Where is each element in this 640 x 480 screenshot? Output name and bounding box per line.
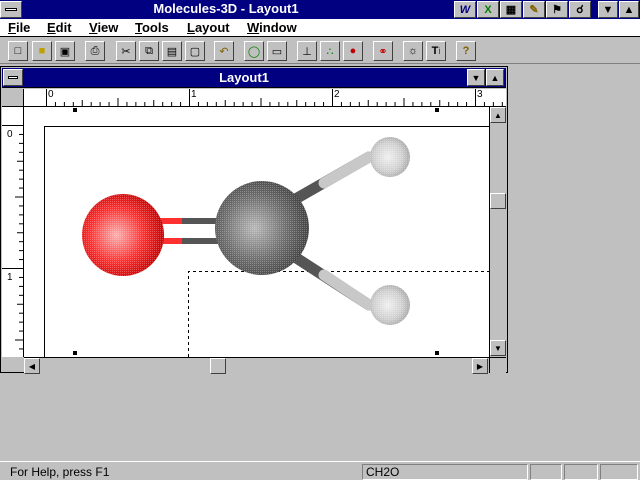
tool-icon-1[interactable]: ▦ xyxy=(500,1,522,18)
excel-icon[interactable]: X xyxy=(477,1,499,18)
horizontal-scrollbar[interactable]: ◀ ▶ xyxy=(24,357,489,374)
horizontal-scroll-thumb[interactable] xyxy=(210,358,226,374)
menu-layout[interactable]: Layout xyxy=(187,20,230,35)
layout-window-title: Layout1 xyxy=(219,70,269,85)
tool-icon-3[interactable]: ⚑ xyxy=(546,1,568,18)
menu-window[interactable]: Window xyxy=(247,20,297,35)
menu-bar: File Edit View Tools Layout Window xyxy=(0,19,640,37)
new-file-icon[interactable]: □ xyxy=(8,41,28,61)
layout-canvas[interactable] xyxy=(24,107,489,357)
open-folder-icon[interactable]: ■ xyxy=(32,41,52,61)
status-indicator-2 xyxy=(564,464,598,480)
menu-view[interactable]: View xyxy=(89,20,118,35)
ruler-label-1: 1 xyxy=(191,89,197,100)
scroll-up-arrow-icon[interactable]: ▲ xyxy=(490,107,506,123)
tool-icon-2[interactable]: ✎ xyxy=(523,1,545,18)
ruler-label-0: 0 xyxy=(48,89,54,100)
ruler-label-v0: 0 xyxy=(7,129,13,140)
ruler-label-3: 3 xyxy=(477,89,483,100)
ch2o-molecule[interactable] xyxy=(82,137,410,325)
chain-icon[interactable]: ▭ xyxy=(267,41,287,61)
status-formula: CH2O xyxy=(362,464,528,480)
status-indicator-3 xyxy=(600,464,638,480)
layout-window: Layout1 ▼ ▲ 0 1 2 3 0 1 ▲ ▼ ◀ ▶ xyxy=(0,66,508,374)
selection-handle[interactable] xyxy=(435,351,439,355)
app-title-bar[interactable]: Molecules-3D - Layout1 W X ▦ ✎ ⚑ ☌ ▼ ▲ xyxy=(0,0,640,19)
undo-icon[interactable]: ↶ xyxy=(214,41,234,61)
scroll-down-arrow-icon[interactable]: ▼ xyxy=(490,340,506,356)
app-title: Molecules-3D - Layout1 xyxy=(153,1,299,16)
clipboard-icon[interactable]: ▢ xyxy=(185,41,205,61)
word-icon[interactable]: W xyxy=(454,1,476,18)
ruler-label-v1: 1 xyxy=(7,272,13,283)
minimize-button[interactable]: ▼ xyxy=(598,1,618,18)
toolbar: □ ■ ▣ ⎙ ✂ ⧉ ▤ ▢ ↶ ◯ ▭ ⊥ ∴ ● ⚭ ☼ Ti ? xyxy=(0,38,640,64)
maximize-button[interactable]: ▲ xyxy=(619,1,639,18)
ruler-corner xyxy=(2,89,24,107)
selection-handle[interactable] xyxy=(73,108,77,112)
child-system-menu-button[interactable] xyxy=(3,69,23,86)
tool-icon-4[interactable]: ☌ xyxy=(569,1,591,18)
text-tool-icon[interactable]: Ti xyxy=(426,41,446,61)
status-indicator-1 xyxy=(530,464,562,480)
scroll-right-arrow-icon[interactable]: ▶ xyxy=(472,358,488,374)
save-icon[interactable]: ▣ xyxy=(55,41,75,61)
cursor-target-icon[interactable]: ☼ xyxy=(403,41,423,61)
paste-icon[interactable]: ▤ xyxy=(162,41,182,61)
scrollbar-corner xyxy=(489,357,506,373)
bond-axes-icon[interactable]: ⊥ xyxy=(297,41,317,61)
cut-icon[interactable]: ✂ xyxy=(116,41,136,61)
child-minimize-button[interactable]: ▼ xyxy=(467,69,485,86)
status-bar: For Help, press F1 CH2O xyxy=(0,461,640,480)
horizontal-ruler: 0 1 2 3 xyxy=(24,89,506,107)
link-icon[interactable]: ⚭ xyxy=(373,41,393,61)
molecule-tree-icon[interactable]: ∴ xyxy=(320,41,340,61)
ruler-label-2: 2 xyxy=(334,89,340,100)
menu-edit[interactable]: Edit xyxy=(47,20,72,35)
ring-icon[interactable]: ◯ xyxy=(244,41,264,61)
vertical-scroll-thumb[interactable] xyxy=(490,193,506,209)
atoms-icon[interactable]: ● xyxy=(343,41,363,61)
selection-handle[interactable] xyxy=(435,108,439,112)
layout-window-title-bar[interactable]: Layout1 ▼ ▲ xyxy=(2,68,506,88)
menu-tools[interactable]: Tools xyxy=(135,20,169,35)
selection-handle[interactable] xyxy=(73,351,77,355)
copy-icon[interactable]: ⧉ xyxy=(139,41,159,61)
status-help-text: For Help, press F1 xyxy=(10,465,110,479)
help-icon[interactable]: ? xyxy=(456,41,476,61)
scroll-left-arrow-icon[interactable]: ◀ xyxy=(24,358,40,374)
print-icon[interactable]: ⎙ xyxy=(85,41,105,61)
child-maximize-button[interactable]: ▲ xyxy=(486,69,504,86)
menu-file[interactable]: File xyxy=(8,20,30,35)
vertical-scrollbar[interactable]: ▲ ▼ xyxy=(489,107,506,357)
vertical-ruler: 0 1 xyxy=(2,107,24,357)
